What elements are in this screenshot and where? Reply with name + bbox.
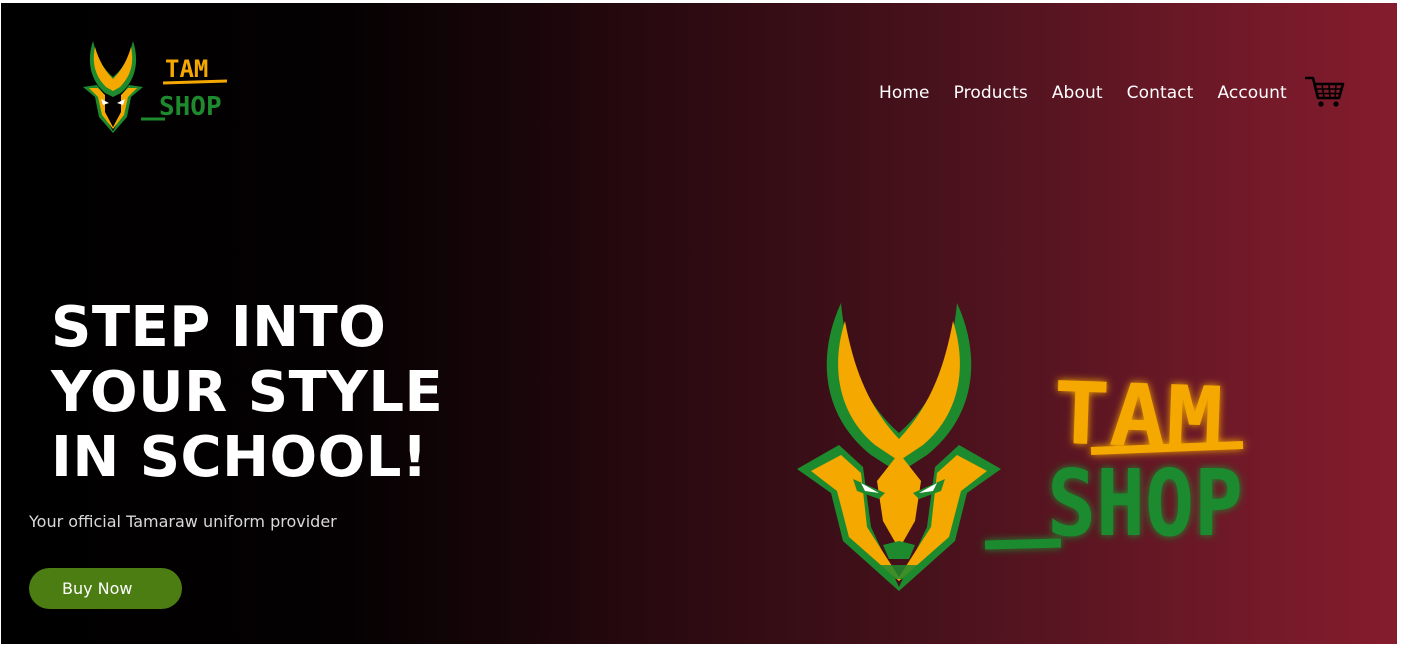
- svg-text:TAM: TAM: [165, 55, 208, 83]
- tam-shop-large-wordmark: TAM SHOP: [984, 364, 1244, 557]
- nav-account[interactable]: Account: [1217, 83, 1286, 103]
- tam-shop-wordmark: TAM SHOP: [141, 55, 228, 122]
- svg-text:SHOP: SHOP: [1047, 450, 1243, 557]
- headline-line-3: IN SCHOOL!: [51, 425, 428, 490]
- hero-headline: STEP INTO YOUR STYLE IN SCHOOL!: [51, 295, 571, 490]
- nav-products[interactable]: Products: [954, 83, 1028, 103]
- nav-about[interactable]: About: [1052, 83, 1103, 103]
- hero-section: TAM SHOP Home Products About Contact Acc…: [1, 3, 1397, 644]
- nav-home[interactable]: Home: [879, 83, 930, 103]
- headline-line-1: STEP INTO: [51, 295, 387, 360]
- page: TAM SHOP Home Products About Contact Acc…: [0, 0, 1403, 657]
- hero-subtitle: Your official Tamaraw uniform provider: [29, 512, 337, 531]
- tamaraw-head-large-icon: [797, 303, 1001, 591]
- buy-now-button[interactable]: Buy Now: [29, 568, 182, 609]
- hero-brand-logo: TAM SHOP: [797, 303, 1244, 591]
- nav-contact[interactable]: Contact: [1127, 83, 1194, 103]
- svg-text:SHOP: SHOP: [159, 92, 222, 122]
- headline-line-2: YOUR STYLE: [51, 360, 444, 425]
- tamaraw-head-icon: [83, 41, 143, 133]
- shopping-cart-icon[interactable]: [1305, 74, 1345, 110]
- brand-logo[interactable]: TAM SHOP: [79, 37, 234, 137]
- main-navigation: Home Products About Contact Account: [867, 73, 1299, 113]
